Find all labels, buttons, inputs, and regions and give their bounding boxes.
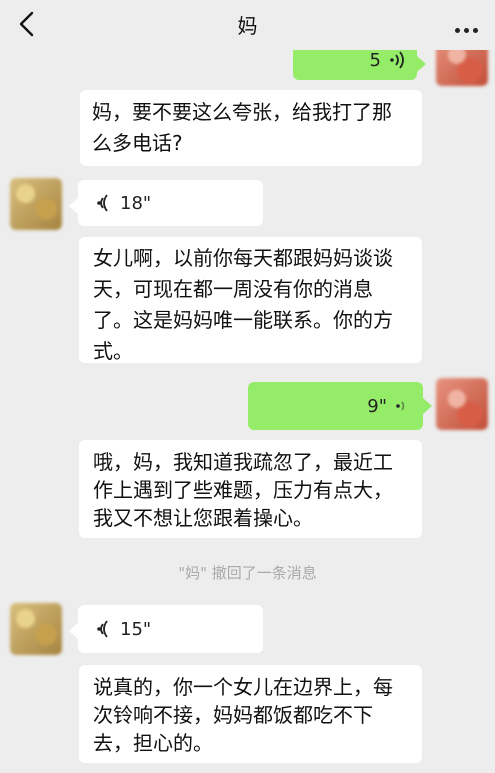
- incoming-text-message[interactable]: 说真的，你一个女儿在边界上，每次铃响不接，妈妈都饭都吃不下去，担心的。: [79, 665, 422, 763]
- message-text: 女儿啊，以前你每天都跟妈妈谈谈天，可现在都一周没有你的消息了。这是妈妈唯一能联系…: [93, 246, 393, 363]
- outgoing-text-message[interactable]: 妈，要不要这么夸张，给我打了那么多电话?: [80, 90, 422, 166]
- more-button[interactable]: [453, 18, 481, 33]
- incoming-voice-message[interactable]: 15": [69, 605, 263, 653]
- recall-notice: "妈" 撤回了一条消息: [178, 564, 317, 582]
- incoming-voice-message[interactable]: 18": [69, 180, 263, 226]
- message-text: 哦，妈，我知道我疏忽了，最近工作上遇到了些难题，压力有点大，我又不想让您跟着操心…: [93, 450, 393, 530]
- my-avatar[interactable]: [436, 378, 488, 430]
- outgoing-text-message[interactable]: 哦，妈，我知道我疏忽了，最近工作上遇到了些难题，压力有点大，我又不想让您跟着操心…: [79, 440, 422, 538]
- message-text: 说真的，你一个女儿在边界上，每次铃响不接，妈妈都饭都吃不下去，担心的。: [93, 675, 393, 755]
- incoming-text-message[interactable]: 女儿啊，以前你每天都跟妈妈谈谈天，可现在都一周没有你的消息了。这是妈妈唯一能联系…: [79, 237, 422, 363]
- voice-wave-icon: [97, 620, 108, 638]
- message-text: 妈，要不要这么夸张，给我打了那么多电话?: [92, 100, 392, 155]
- voice-wave-icon: [97, 194, 108, 212]
- voice-duration: 9": [367, 395, 387, 417]
- more-dots-icon: [453, 18, 480, 37]
- outgoing-voice-message[interactable]: 9": [248, 382, 432, 430]
- chat-title: 妈: [237, 14, 258, 38]
- voice-wave-icon: [390, 51, 404, 69]
- voice-duration: 15": [120, 618, 152, 640]
- voice-wave-icon: [396, 401, 405, 411]
- voice-duration: 18": [120, 192, 152, 214]
- mom-avatar[interactable]: [10, 178, 62, 230]
- mom-avatar[interactable]: [10, 603, 62, 655]
- chat-header: 妈: [0, 0, 495, 50]
